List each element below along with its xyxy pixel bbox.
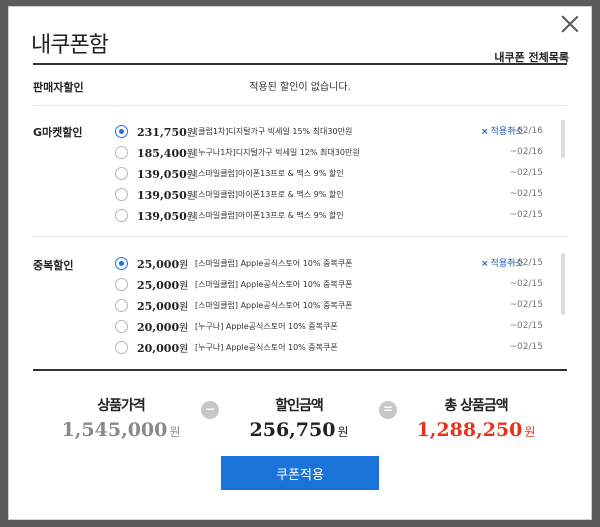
coupon-amount-value: 185,400 — [137, 147, 187, 160]
coupon-radio[interactable] — [115, 299, 128, 312]
coupon-amount: 25,000원 — [137, 277, 188, 292]
coupon-amount-value: 25,000 — [137, 258, 180, 271]
product-price-value: 1,545,000 원 — [61, 419, 181, 441]
gmarket-discount-section: G마켓할인 × 적용취소 231,750원 [클럽1차]디지털가구 빅세일 15% … — [33, 106, 567, 237]
coupon-expiry-date: ~02/15 — [509, 258, 543, 268]
coupon-radio[interactable] — [115, 278, 128, 291]
coupon-description: [누구나] Apple공식스토어 10% 중복쿠폰 — [195, 343, 338, 352]
discount-amount: 256,750 — [249, 419, 336, 441]
coupon-row[interactable]: 139,050원 [스마일클럽]아이폰13프로 & 맥스 9% 할인 — [115, 165, 545, 185]
coupon-expiry-date: ~02/15 — [509, 342, 543, 352]
coupon-expiry-date: ~02/16 — [509, 126, 543, 136]
minus-icon: − — [201, 401, 219, 419]
won-unit: 원 — [179, 344, 189, 355]
product-price-amount: 1,545,000 — [61, 419, 168, 441]
coupon-amount: 139,050원 — [137, 187, 196, 202]
coupon-radio[interactable] — [115, 320, 128, 333]
seller-discount-empty-message: 적용된 할인이 없습니다. — [249, 82, 351, 93]
gmarket-scrollbar[interactable] — [561, 120, 565, 158]
coupon-radio[interactable] — [115, 209, 128, 222]
won-unit: 원 — [179, 260, 189, 271]
coupon-description: [스마일클럽] Apple공식스토어 10% 중복쿠폰 — [195, 259, 353, 268]
coupon-row[interactable]: 20,000원 [누구나] Apple공식스토어 10% 중복쿠폰 — [115, 318, 545, 338]
coupon-amount: 139,050원 — [137, 166, 196, 181]
total-amount: 1,288,250 — [416, 419, 523, 441]
coupon-expiry-date: ~02/15 — [509, 168, 543, 178]
won-unit: 원 — [179, 302, 189, 313]
coupon-description: [누구나1차]디지털가구 빅세일 12% 최대30만원 — [195, 148, 360, 157]
gmarket-discount-label: G마켓할인 — [33, 126, 83, 139]
coupon-row[interactable]: 25,000원 [스마일클럽] Apple공식스토어 10% 중복쿠폰 — [115, 276, 545, 296]
coupon-description: [스마일클럽]아이폰13프로 & 맥스 9% 할인 — [195, 190, 344, 199]
product-price-label: 상품가격 — [97, 398, 146, 414]
coupon-expiry-date: ~02/15 — [509, 189, 543, 199]
discount-amount-block: 할인금액 256,750 원 — [239, 395, 359, 441]
coupon-radio[interactable] — [115, 125, 128, 138]
coupon-amount: 231,750원 — [137, 124, 196, 139]
coupon-dialog: 내쿠폰함 내쿠폰 전체목록 판매자할인 적용된 할인이 없습니다. G마켓할인 … — [8, 6, 592, 520]
coupon-row[interactable]: 185,400원 [누구나1차]디지털가구 빅세일 12% 최대30만원 — [115, 144, 545, 164]
product-price-block: 상품가격 1,545,000 원 — [61, 395, 181, 441]
total-amount-value: 1,288,250 원 — [411, 419, 541, 441]
coupon-amount-value: 20,000 — [137, 342, 180, 355]
coupon-radio[interactable] — [115, 341, 128, 354]
close-icon[interactable] — [559, 13, 581, 35]
coupon-expiry-date: ~02/15 — [509, 300, 543, 310]
coupon-expiry-date: ~02/15 — [509, 321, 543, 331]
coupon-amount: 25,000원 — [137, 256, 188, 271]
coupon-description: [스마일클럽] Apple공식스토어 10% 중복쿠폰 — [195, 280, 353, 289]
discount-amount-label: 할인금액 — [275, 398, 324, 414]
coupon-radio[interactable] — [115, 146, 128, 159]
coupon-description: [누구나] Apple공식스토어 10% 중복쿠폰 — [195, 322, 338, 331]
equals-icon: = — [379, 401, 397, 419]
coupon-amount-value: 139,050 — [137, 189, 187, 202]
total-amount-block: 총 상품금액 1,288,250 원 — [411, 395, 541, 441]
coupon-row[interactable]: 25,000원 [스마일클럽] Apple공식스토어 10% 중복쿠폰 — [115, 255, 545, 275]
coupon-description: [클럽1차]디지털가구 빅세일 15% 최대30만원 — [195, 127, 353, 136]
total-amount-label: 총 상품금액 — [444, 398, 508, 414]
coupon-amount-value: 139,050 — [137, 168, 187, 181]
coupon-row[interactable]: 20,000원 [누구나] Apple공식스토어 10% 중복쿠폰 — [115, 339, 545, 359]
coupon-expiry-date: ~02/15 — [509, 210, 543, 220]
dialog-title: 내쿠폰함 — [31, 33, 109, 58]
duplicate-discount-section: 중복할인 × 적용취소 25,000원 [스마일클럽] Apple공식스토어 10%… — [33, 237, 567, 359]
coupon-row[interactable]: 25,000원 [스마일클럽] Apple공식스토어 10% 중복쿠폰 — [115, 297, 545, 317]
coupon-description: [스마일클럽]아이폰13프로 & 맥스 9% 할인 — [195, 169, 344, 178]
coupon-amount-value: 25,000 — [137, 279, 180, 292]
duplicate-discount-label: 중복할인 — [33, 259, 74, 272]
won-unit: 원 — [179, 323, 189, 334]
coupon-expiry-date: ~02/16 — [509, 147, 543, 157]
coupon-amount: 20,000원 — [137, 340, 188, 355]
coupon-row[interactable]: 139,050원 [스마일클럽]아이폰13프로 & 맥스 9% 할인 — [115, 186, 545, 206]
coupon-amount-value: 231,750 — [137, 126, 187, 139]
coupon-expiry-date: ~02/15 — [509, 279, 543, 289]
bottom-divider — [33, 369, 567, 371]
coupon-amount: 20,000원 — [137, 319, 188, 334]
coupon-amount-value: 20,000 — [137, 321, 180, 334]
seller-discount-section: 판매자할인 적용된 할인이 없습니다. — [33, 65, 567, 106]
coupon-radio[interactable] — [115, 257, 128, 270]
won-unit: 원 — [337, 425, 349, 439]
won-unit: 원 — [524, 425, 536, 439]
coupon-row[interactable]: 139,050원 [스마일클럽]아이폰13프로 & 맥스 9% 할인 — [115, 207, 545, 227]
coupon-row[interactable]: 231,750원 [클럽1차]디지털가구 빅세일 15% 최대30만원 — [115, 123, 545, 143]
discount-amount-value: 256,750 원 — [239, 419, 359, 441]
duplicate-scrollbar[interactable] — [561, 253, 565, 315]
won-unit: 원 — [169, 425, 181, 439]
coupon-amount: 25,000원 — [137, 298, 188, 313]
coupon-radio[interactable] — [115, 188, 128, 201]
coupon-description: [스마일클럽]아이폰13프로 & 맥스 9% 할인 — [195, 211, 344, 220]
coupon-amount: 185,400원 — [137, 145, 196, 160]
coupon-radio[interactable] — [115, 167, 128, 180]
coupon-amount-value: 25,000 — [137, 300, 180, 313]
apply-coupon-button[interactable]: 쿠폰적용 — [221, 456, 379, 490]
coupon-amount-value: 139,050 — [137, 210, 187, 223]
won-unit: 원 — [179, 281, 189, 292]
coupon-amount: 139,050원 — [137, 208, 196, 223]
coupon-description: [스마일클럽] Apple공식스토어 10% 중복쿠폰 — [195, 301, 353, 310]
